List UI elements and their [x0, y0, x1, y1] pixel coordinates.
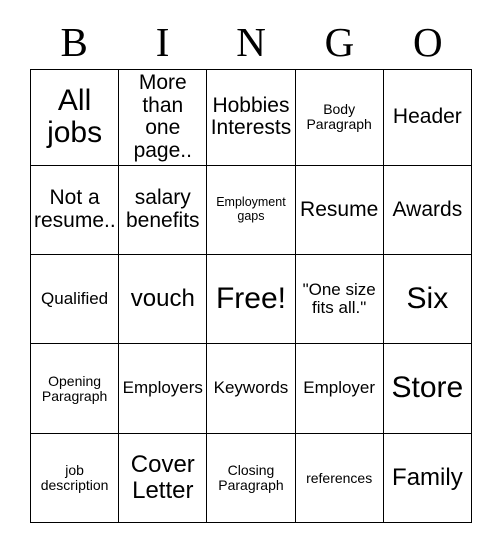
bingo-row: job description Cover Letter Closing Par…	[29, 432, 473, 524]
bingo-cell-b1[interactable]: All jobs	[29, 69, 120, 166]
bingo-cell-text: Employers	[122, 378, 203, 398]
bingo-cell-text: Keywords	[213, 378, 289, 398]
bingo-row: All jobs More than one page.. Hobbies In…	[29, 69, 473, 166]
bingo-cell-text: job description	[40, 461, 109, 494]
bingo-cell-text: "One size fits all."	[302, 279, 376, 318]
bingo-cell-text: Employer	[303, 378, 376, 398]
bingo-cell-n1[interactable]: Hobbies Interests	[206, 69, 296, 166]
bingo-grid: All jobs More than one page.. Hobbies In…	[29, 69, 473, 524]
bingo-cell-i3[interactable]: vouch	[118, 254, 208, 345]
bingo-cell-text: More than one page..	[133, 71, 192, 163]
bingo-row: Qualified vouch Free! "One size fits all…	[29, 254, 473, 345]
bingo-cell-b5[interactable]: job description	[29, 432, 120, 524]
bingo-cell-text: vouch	[130, 285, 195, 313]
bingo-cell-g3[interactable]: "One size fits all."	[294, 254, 384, 345]
bingo-cell-o1[interactable]: Header	[382, 69, 473, 166]
bingo-cell-n2[interactable]: Employment gaps	[206, 164, 296, 256]
bingo-cell-text: Closing Paragraph	[218, 461, 284, 494]
bingo-row: Not a resume.. salary benefits Employmen…	[29, 164, 473, 256]
bingo-cell-text: Free!	[215, 282, 286, 316]
bingo-cell-g4[interactable]: Employer	[294, 343, 384, 434]
bingo-cell-g5[interactable]: references	[294, 432, 384, 524]
bingo-cell-text: Qualified	[41, 289, 109, 309]
bingo-cell-o2[interactable]: Awards	[382, 164, 473, 256]
bingo-row: Opening Paragraph Employers Keywords Emp…	[29, 343, 473, 434]
bingo-cell-b2[interactable]: Not a resume..	[29, 164, 120, 256]
bingo-cell-text: Employment gaps	[216, 195, 286, 223]
bingo-cell-o3[interactable]: Six	[382, 254, 473, 345]
bingo-header-letter-i: I	[155, 18, 170, 65]
bingo-cell-text: Body Paragraph	[306, 101, 372, 133]
bingo-header-letter-o: O	[413, 18, 443, 65]
bingo-cell-i2[interactable]: salary benefits	[118, 164, 208, 256]
bingo-header-letter-g: G	[324, 18, 355, 65]
bingo-header-letter-n: N	[236, 18, 266, 65]
bingo-cell-i4[interactable]: Employers	[118, 343, 208, 434]
bingo-cell-text: references	[306, 469, 373, 486]
bingo-cell-g1[interactable]: Body Paragraph	[294, 69, 384, 166]
bingo-cell-text: Six	[406, 282, 449, 316]
bingo-header-letter-b: B	[60, 18, 88, 65]
bingo-cell-b3[interactable]: Qualified	[29, 254, 120, 345]
bingo-cell-b4[interactable]: Opening Paragraph	[29, 343, 120, 434]
bingo-cell-o5[interactable]: Family	[382, 432, 473, 524]
bingo-cell-text: Opening Paragraph	[41, 372, 108, 404]
bingo-cell-n3-free[interactable]: Free!	[206, 254, 296, 345]
bingo-cell-text: salary benefits	[126, 186, 200, 232]
bingo-cell-o4[interactable]: Store	[382, 343, 473, 434]
bingo-cell-text: Header	[392, 105, 462, 128]
bingo-cell-i5[interactable]: Cover Letter	[118, 432, 208, 524]
bingo-cell-text: Store	[391, 371, 464, 405]
bingo-cell-text: Not a resume..	[34, 186, 116, 232]
bingo-cell-n4[interactable]: Keywords	[206, 343, 296, 434]
bingo-cell-n5[interactable]: Closing Paragraph	[206, 432, 296, 524]
bingo-cell-text: Resume	[300, 197, 379, 221]
bingo-cell-text: Family	[392, 464, 463, 492]
bingo-header-row: B I N G O	[30, 18, 472, 66]
bingo-card: B I N G O All jobs More than one page.. …	[0, 0, 500, 544]
bingo-cell-text: Cover Letter	[130, 451, 195, 505]
bingo-cell-text: All jobs	[47, 83, 103, 150]
bingo-cell-text: Hobbies Interests	[210, 93, 292, 140]
bingo-cell-i1[interactable]: More than one page..	[118, 69, 208, 166]
bingo-cell-text: Awards	[392, 197, 463, 221]
bingo-cell-g2[interactable]: Resume	[294, 164, 384, 256]
